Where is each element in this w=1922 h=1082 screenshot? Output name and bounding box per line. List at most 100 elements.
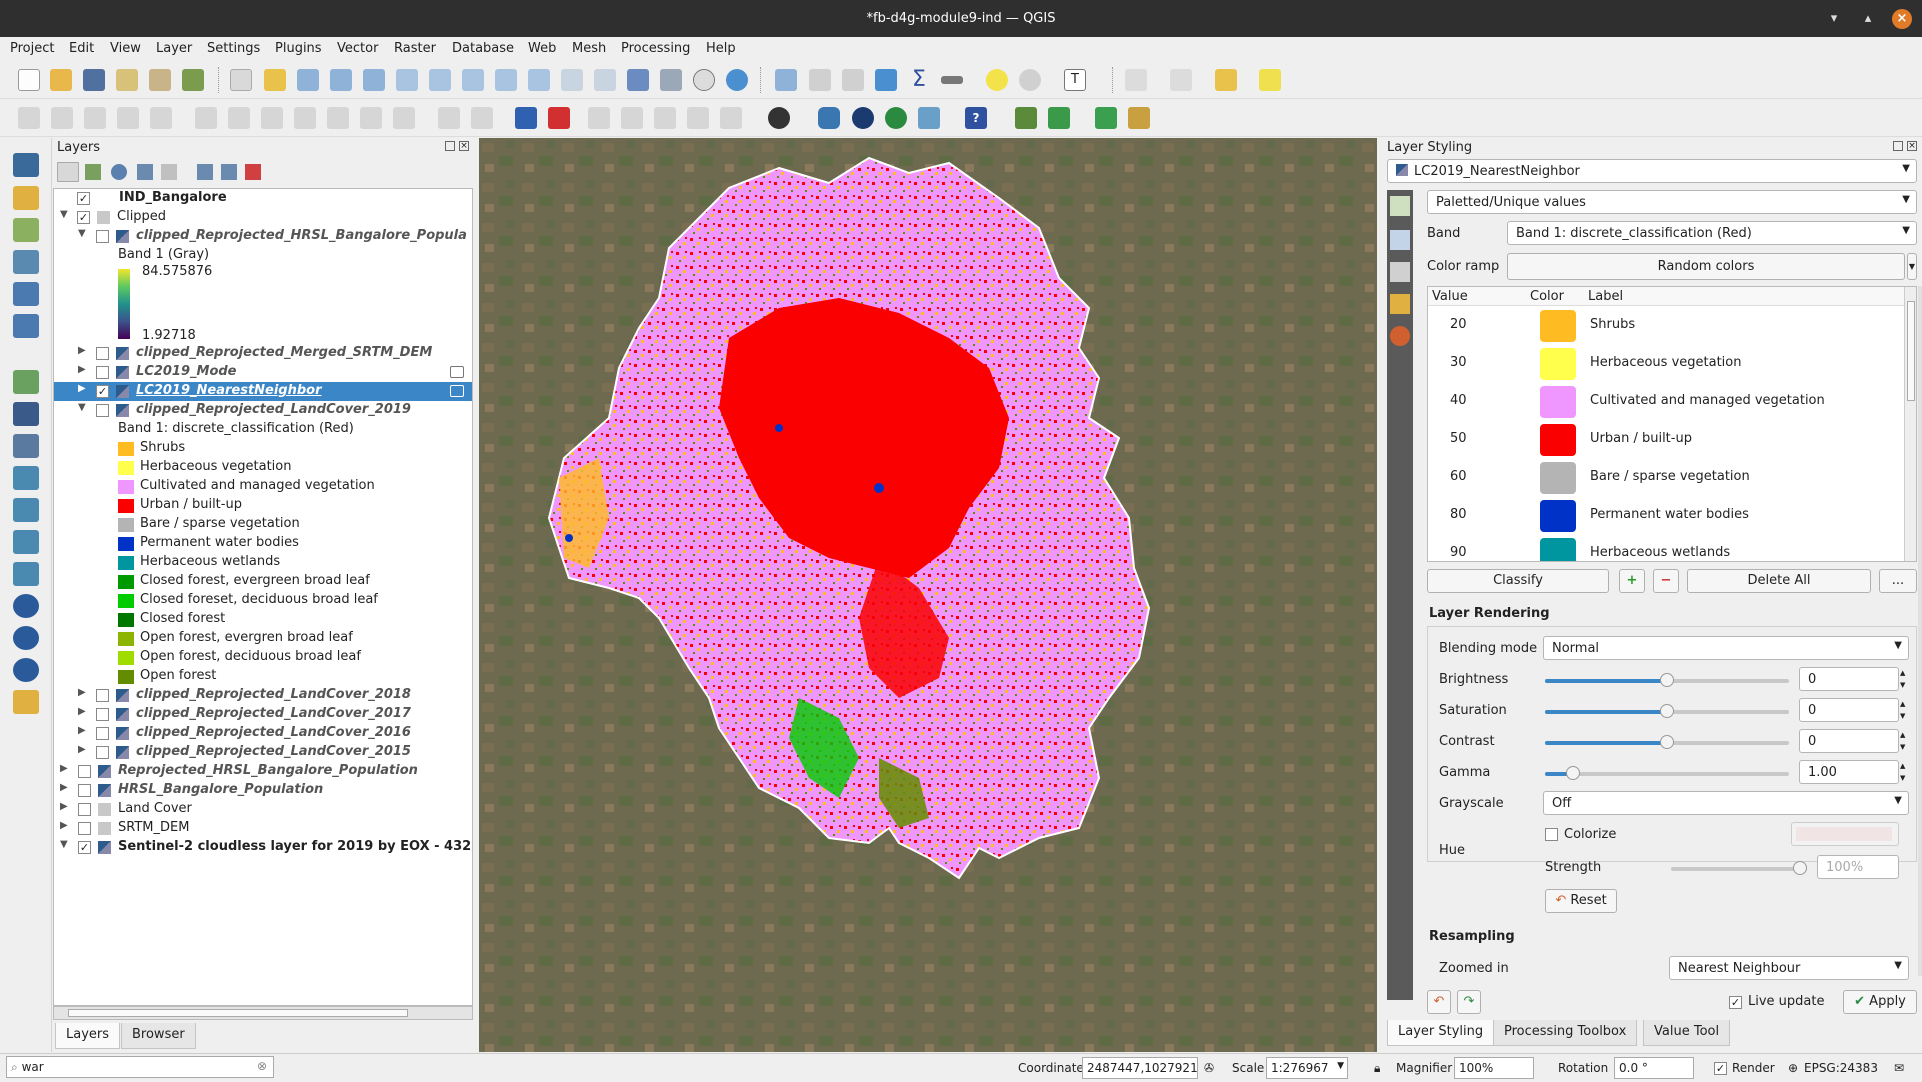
save-edits-icon[interactable] — [84, 107, 106, 129]
grayscale-select[interactable]: Off ▼ — [1543, 791, 1909, 815]
temporal-controller-icon[interactable] — [693, 69, 715, 91]
style-manager-icon[interactable] — [182, 69, 204, 91]
select-polygon-icon[interactable] — [1259, 69, 1281, 91]
class-row[interactable]: 40 Cultivated and managed vegetation — [1428, 383, 1904, 421]
spinner-icon[interactable]: ▲ ▼ — [1900, 698, 1910, 722]
layer-row-srtm-dem[interactable]: ▶ clipped_Reprojected_Merged_SRTM_DEM — [54, 344, 472, 363]
deselect-features-icon[interactable] — [1215, 69, 1237, 91]
plugin-b-icon[interactable] — [1048, 107, 1070, 129]
select-by-expression-icon[interactable] — [1170, 69, 1192, 91]
strength-slider[interactable] — [1671, 861, 1807, 875]
collapse-all-icon[interactable] — [221, 164, 237, 180]
digitize-icon[interactable] — [117, 107, 139, 129]
colorize-checkbox[interactable] — [1545, 828, 1558, 841]
expand-all-icon[interactable] — [197, 164, 213, 180]
saturation-slider[interactable] — [1545, 704, 1789, 718]
blending-select[interactable]: Normal ▼ — [1543, 636, 1909, 660]
globe-icon[interactable] — [852, 107, 874, 129]
layer-checkbox[interactable] — [96, 727, 109, 740]
tree-horizontal-scrollbar[interactable] — [53, 1006, 473, 1020]
class-color-swatch[interactable] — [1540, 348, 1576, 380]
redo-style-icon[interactable]: ↷ — [1457, 990, 1481, 1014]
layer-checkbox[interactable] — [96, 708, 109, 721]
layer-row[interactable]: ▶ Reprojected_HRSL_Bangalore_Population — [54, 762, 472, 781]
layer-checkbox[interactable] — [78, 765, 91, 778]
apply-button[interactable]: ✔ Apply — [1843, 990, 1917, 1014]
expand-arrow-icon[interactable]: ▶ — [60, 763, 68, 774]
layer-row-landcover-2019[interactable]: ▼ clipped_Reprojected_LandCover_2019 — [54, 401, 472, 420]
annotation-icon[interactable] — [1019, 69, 1041, 91]
new-shapefile-icon[interactable] — [13, 218, 39, 242]
class-label[interactable]: Bare / sparse vegetation — [1590, 469, 1750, 484]
layer-checkbox[interactable]: ✓ — [77, 211, 90, 224]
add-arcgis-icon[interactable] — [13, 690, 39, 714]
tab-browser[interactable]: Browser — [121, 1023, 196, 1049]
expand-arrow-icon[interactable]: ▶ — [60, 782, 68, 793]
new-temp-layer-icon[interactable] — [13, 282, 39, 306]
pin-labels-icon[interactable] — [588, 107, 610, 129]
menu-mesh[interactable]: Mesh — [572, 41, 606, 56]
symbology-tab-icon[interactable] — [1390, 196, 1410, 216]
rotation-input[interactable]: 0.0 ° — [1614, 1057, 1694, 1079]
manage-visibility-icon[interactable] — [111, 164, 127, 180]
plugin-d-icon[interactable] — [1128, 107, 1150, 129]
zoom-last-icon[interactable] — [495, 69, 517, 91]
tab-value-tool[interactable]: Value Tool — [1643, 1020, 1731, 1046]
layer-checkbox[interactable] — [96, 689, 109, 702]
layer-row-lc2019-nearest[interactable]: ▶ ✓ LC2019_NearestNeighbor — [54, 382, 472, 401]
menu-plugins[interactable]: Plugins — [275, 41, 322, 56]
new-3d-map-icon[interactable] — [594, 69, 616, 91]
color-ramp-button[interactable]: Random colors — [1507, 253, 1905, 280]
menu-view[interactable]: View — [110, 41, 141, 56]
delete-selected-icon[interactable] — [228, 107, 250, 129]
toggle-editing-icon[interactable] — [51, 107, 73, 129]
scrollbar-handle[interactable] — [68, 1009, 408, 1017]
paste-features-icon[interactable] — [327, 107, 349, 129]
messages-icon[interactable]: ✉ — [1894, 1061, 1904, 1075]
layer-row[interactable]: ▶ HRSL_Bangalore_Population — [54, 781, 472, 800]
gamma-slider[interactable] — [1545, 766, 1789, 780]
attribute-table-icon[interactable] — [809, 69, 831, 91]
gamma-input[interactable]: 1.00 — [1799, 760, 1899, 784]
spinner-icon[interactable]: ▲ ▼ — [1900, 760, 1910, 784]
tab-layer-styling[interactable]: Layer Styling — [1387, 1020, 1495, 1046]
crs-globe-icon[interactable]: ⊕ — [1788, 1061, 1798, 1075]
class-label[interactable]: Permanent water bodies — [1590, 507, 1749, 522]
menu-layer[interactable]: Layer — [156, 41, 192, 56]
georeferencer-icon[interactable] — [918, 107, 940, 129]
zoom-to-selection-icon[interactable] — [396, 69, 418, 91]
class-color-swatch[interactable] — [1540, 538, 1576, 561]
add-postgis-icon[interactable] — [13, 530, 39, 554]
expand-arrow-icon[interactable]: ▶ — [78, 364, 86, 375]
label-toolbar-icon[interactable] — [438, 107, 460, 129]
layer-diagram-icon[interactable] — [548, 107, 570, 129]
remove-layer-icon[interactable] — [245, 164, 261, 180]
reset-button[interactable]: ↶ Reset — [1545, 889, 1617, 913]
filter-legend-icon[interactable] — [137, 164, 153, 180]
zoomed-in-select[interactable]: Nearest Neighbour ▼ — [1669, 956, 1909, 980]
history-tab-icon[interactable] — [1390, 326, 1410, 346]
expand-arrow-icon[interactable]: ▼ — [60, 839, 68, 850]
menu-settings[interactable]: Settings — [207, 41, 260, 56]
change-label-icon[interactable] — [720, 107, 742, 129]
class-row[interactable]: 80 Permanent water bodies — [1428, 497, 1904, 535]
saturation-input[interactable]: 0 — [1799, 698, 1899, 722]
new-geopackage-icon[interactable] — [13, 186, 39, 210]
plugin-a-icon[interactable] — [1015, 107, 1037, 129]
layer-row-hrsl[interactable]: ▼ clipped_Reprojected_HRSL_Bangalore_Pop… — [54, 227, 472, 246]
pan-to-selection-icon[interactable] — [264, 69, 286, 91]
add-raster-icon[interactable] — [13, 402, 39, 426]
layer-checkbox[interactable] — [96, 404, 109, 417]
layer-checkbox[interactable]: ✓ — [77, 192, 90, 205]
renderer-select[interactable]: Paletted/Unique values ▼ — [1427, 190, 1917, 214]
zoom-full-icon[interactable] — [363, 69, 385, 91]
menu-project[interactable]: Project — [10, 41, 54, 56]
expand-arrow-icon[interactable]: ▶ — [78, 687, 86, 698]
brightness-slider[interactable] — [1545, 673, 1789, 687]
layout-manager-icon[interactable] — [149, 69, 171, 91]
scale-input[interactable]: 1:276967 ▼ — [1266, 1057, 1348, 1079]
layer-row[interactable]: ▶ clipped_Reprojected_LandCover_2018 — [54, 686, 472, 705]
layer-checkbox[interactable] — [78, 784, 91, 797]
class-color-swatch[interactable] — [1540, 500, 1576, 532]
expand-arrow-icon[interactable]: ▶ — [78, 725, 86, 736]
